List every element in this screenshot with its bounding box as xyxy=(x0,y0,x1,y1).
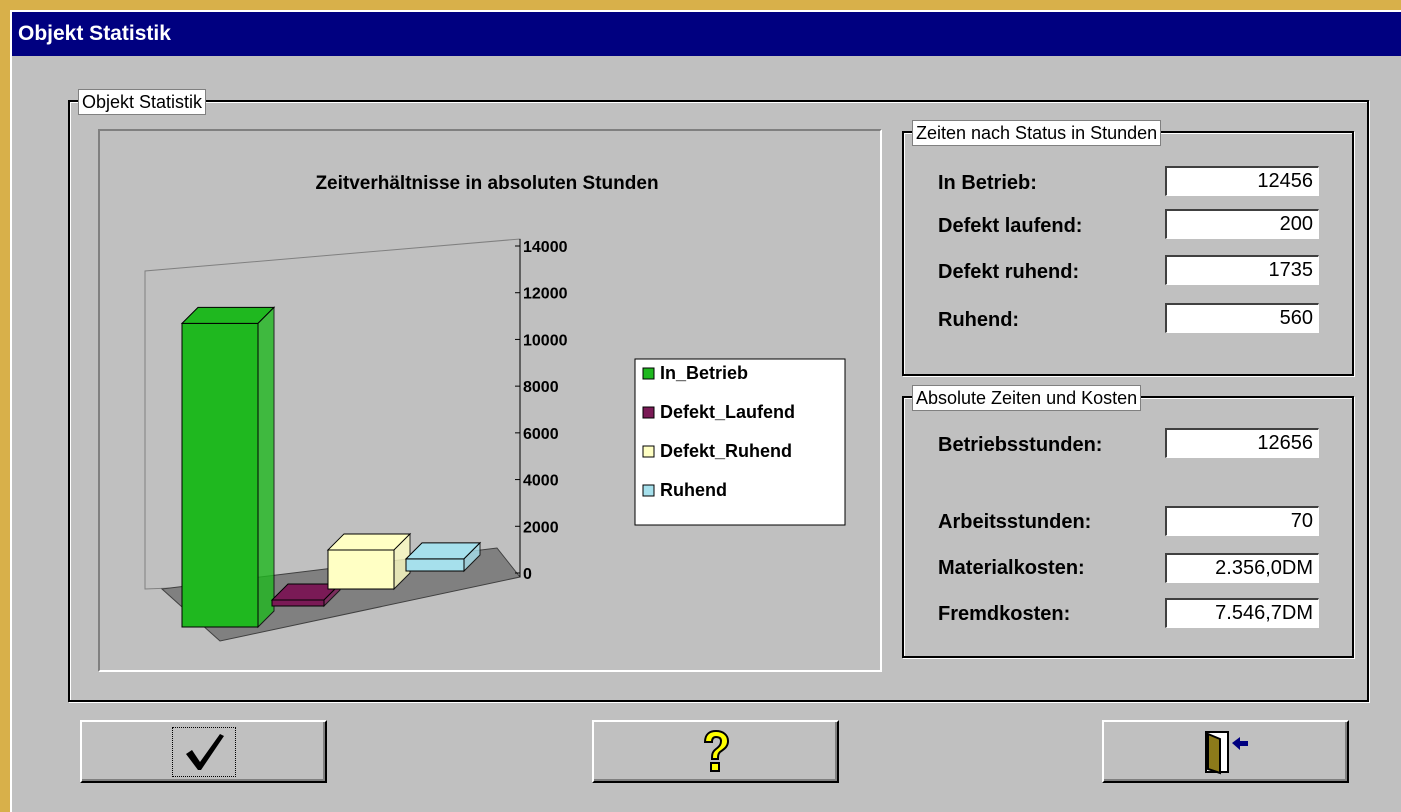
bar-front xyxy=(271,599,325,607)
label-materialkosten: Materialkosten: xyxy=(938,557,1085,579)
y-tick-label: 0 xyxy=(523,566,532,583)
title-bar: Objekt Statistik xyxy=(12,12,1401,56)
status-group-title: Zeiten nach Status in Stunden xyxy=(912,120,1162,146)
bar-side xyxy=(257,306,275,629)
bar-front xyxy=(405,558,465,572)
legend-label: Defekt_Ruhend xyxy=(660,441,792,461)
y-tick-label: 8000 xyxy=(523,379,559,396)
label-defekt-laufend: Defekt laufend: xyxy=(938,215,1083,237)
focus-indicator xyxy=(171,726,236,777)
field-arbeitsstunden[interactable]: 70 xyxy=(1165,506,1319,536)
chart-bar-in-betrieb xyxy=(180,306,276,629)
ok-button[interactable] xyxy=(80,720,327,783)
main-group-title: Objekt Statistik xyxy=(78,89,207,115)
bar-chart: Zeitverhältnisse in absoluten Stunden 14… xyxy=(144,173,846,642)
field-defekt-ruhend[interactable]: 1735 xyxy=(1165,255,1319,285)
label-arbeitsstunden: Arbeitsstunden: xyxy=(938,511,1092,533)
y-tick-label: 12000 xyxy=(523,286,568,303)
label-defekt-ruhend: Defekt ruhend: xyxy=(938,261,1080,283)
chart-bar-ruhend xyxy=(404,541,482,573)
bar-front xyxy=(181,322,259,628)
label-fremdkosten: Fremdkosten: xyxy=(938,603,1071,625)
chart-frame: Zeitverhältnisse in absoluten Stunden 14… xyxy=(98,129,882,672)
legend-label: Ruhend xyxy=(660,480,727,500)
bar-front xyxy=(327,549,395,590)
checkmark-icon xyxy=(185,733,224,770)
legend-label: In_Betrieb xyxy=(660,363,748,383)
field-defekt-laufend[interactable]: 200 xyxy=(1165,209,1319,239)
label-ruhend: Ruhend: xyxy=(938,309,1020,331)
label-betriebsstunden: Betriebsstunden: xyxy=(938,434,1103,456)
exit-door-icon xyxy=(1204,730,1248,774)
field-in-betrieb[interactable]: 12456 xyxy=(1165,166,1319,196)
y-tick-label: 14000 xyxy=(523,239,568,256)
y-tick-label: 10000 xyxy=(523,332,568,349)
label-in-betrieb: In Betrieb: xyxy=(938,172,1037,194)
statistics-window: Objekt Statistik Objekt Statistik Zeitve… xyxy=(10,10,1401,812)
legend-swatch xyxy=(642,484,655,497)
legend-label: Defekt_Laufend xyxy=(660,402,795,422)
field-betriebsstunden[interactable]: 12656 xyxy=(1165,428,1319,458)
field-materialkosten[interactable]: 2.356,0DM xyxy=(1165,553,1319,583)
field-fremdkosten[interactable]: 7.546,7DM xyxy=(1165,598,1319,628)
y-tick-label: 4000 xyxy=(523,473,559,490)
field-ruhend[interactable]: 560 xyxy=(1165,303,1319,333)
chart-bar-defekt-ruhend xyxy=(326,532,412,591)
exit-button[interactable] xyxy=(1102,720,1349,783)
cost-group-title: Absolute Zeiten und Kosten xyxy=(912,385,1142,411)
y-tick-label: 6000 xyxy=(523,426,559,443)
legend-swatch xyxy=(642,445,655,458)
y-tick-label: 2000 xyxy=(523,519,559,536)
legend-swatch xyxy=(642,406,655,419)
question-mark-icon xyxy=(703,729,729,772)
chart-title: Zeitverhältnisse in absoluten Stunden xyxy=(315,173,658,194)
help-button[interactable] xyxy=(592,720,839,783)
legend-swatch xyxy=(642,367,655,380)
